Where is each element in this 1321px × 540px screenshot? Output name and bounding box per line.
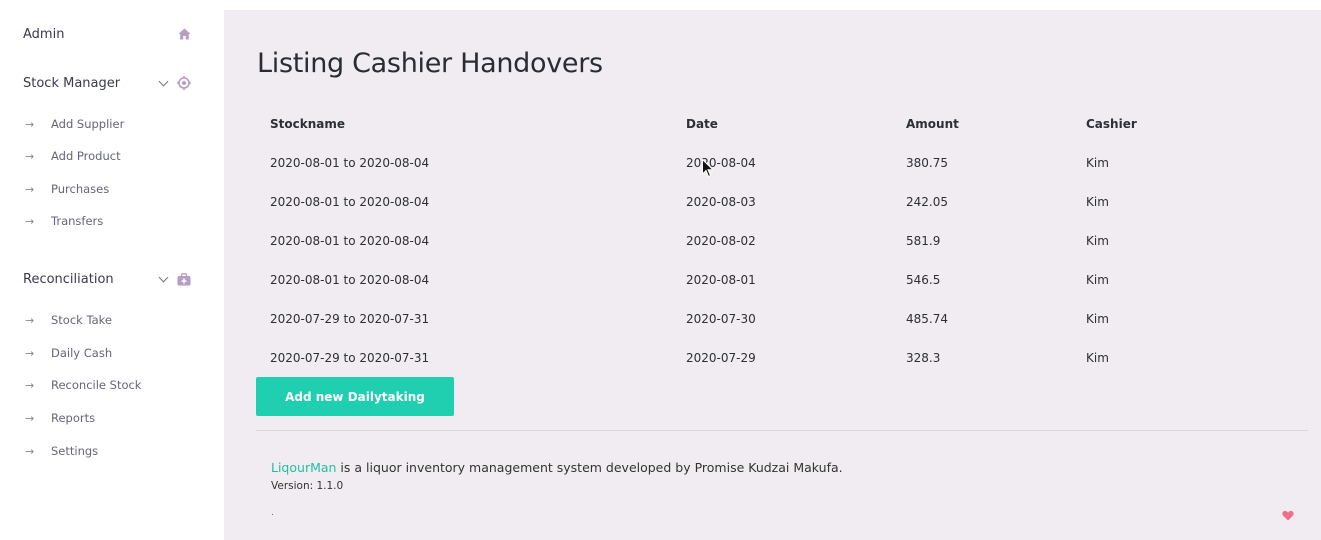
- briefcase-icon: [177, 272, 191, 286]
- sidebar-item-label: Purchases: [51, 182, 110, 196]
- brand-link[interactable]: LiqourMan: [271, 460, 336, 475]
- sidebar-item-settings[interactable]: → Settings: [25, 442, 98, 460]
- table-row: 2020-08-01 to 2020-08-04 2020-08-01 546.…: [257, 260, 1297, 299]
- cashier-cell: Kim: [1086, 155, 1109, 170]
- sidebar-item-add-supplier[interactable]: → Add Supplier: [25, 115, 124, 133]
- amount-cell: 328.3: [906, 350, 941, 365]
- sidebar-item-stock-take[interactable]: → Stock Take: [25, 311, 112, 329]
- date-cell: 2020-07-29: [686, 350, 756, 365]
- target-icon: [177, 76, 191, 90]
- main-content: Listing Cashier Handovers Stockname Date…: [224, 10, 1321, 540]
- date-cell: 2020-08-03: [686, 194, 756, 209]
- sidebar-reconciliation-label: Reconciliation: [23, 271, 114, 287]
- sidebar-stock-manager[interactable]: Stock Manager: [23, 73, 191, 93]
- arrow-right-icon: →: [25, 444, 35, 458]
- column-header-date: Date: [686, 117, 718, 131]
- column-header-amount: Amount: [906, 117, 959, 131]
- page-title: Listing Cashier Handovers: [257, 48, 603, 79]
- cashier-cell: Kim: [1086, 311, 1109, 326]
- arrow-right-icon: →: [25, 346, 35, 360]
- sidebar-item-daily-cash[interactable]: → Daily Cash: [25, 344, 112, 362]
- stockname-cell: 2020-08-01 to 2020-08-04: [270, 155, 430, 170]
- table-row: 2020-08-01 to 2020-08-04 2020-08-04 380.…: [257, 143, 1297, 182]
- arrow-right-icon: →: [25, 411, 35, 425]
- table-row: 2020-07-29 to 2020-07-31 2020-07-29 328.…: [257, 338, 1297, 377]
- sidebar-item-label: Settings: [51, 444, 99, 458]
- sidebar-item-label: Add Supplier: [51, 117, 125, 131]
- heart-icon: [1282, 506, 1294, 525]
- home-icon: [178, 28, 191, 40]
- sidebar-admin[interactable]: Admin: [23, 24, 191, 44]
- sidebar-item-label: Stock Take: [51, 313, 112, 327]
- table-row: 2020-08-01 to 2020-08-04 2020-08-02 581.…: [257, 221, 1297, 260]
- stockname-cell: 2020-07-29 to 2020-07-31: [270, 311, 430, 326]
- table-row: 2020-08-01 to 2020-08-04 2020-08-03 242.…: [257, 182, 1297, 221]
- sidebar-item-purchases[interactable]: → Purchases: [25, 180, 109, 198]
- amount-cell: 485.74: [906, 311, 948, 326]
- date-cell: 2020-07-30: [686, 311, 756, 326]
- arrow-right-icon: →: [25, 117, 35, 131]
- sidebar-item-reconcile-stock[interactable]: → Reconcile Stock: [25, 376, 141, 394]
- footer-dot: .: [271, 508, 274, 518]
- sidebar-item-label: Add Product: [51, 149, 121, 163]
- amount-cell: 242.05: [906, 194, 948, 209]
- cashier-cell: Kim: [1086, 272, 1109, 287]
- column-header-stockname: Stockname: [270, 117, 345, 131]
- chevron-down-icon: [158, 272, 169, 282]
- date-cell: 2020-08-02: [686, 233, 756, 248]
- amount-cell: 380.75: [906, 155, 948, 170]
- column-header-cashier: Cashier: [1086, 117, 1137, 131]
- cashier-cell: Kim: [1086, 233, 1109, 248]
- cashier-cell: Kim: [1086, 194, 1109, 209]
- footer-description-text: is a liquor inventory management system …: [336, 460, 843, 475]
- chevron-down-icon: [158, 76, 169, 86]
- sidebar-item-reports[interactable]: → Reports: [25, 409, 95, 427]
- stockname-cell: 2020-08-01 to 2020-08-04: [270, 233, 430, 248]
- add-new-dailytaking-button[interactable]: Add new Dailytaking: [256, 377, 454, 416]
- handover-table: Stockname Date Amount Cashier 2020-08-01…: [257, 105, 1297, 377]
- stockname-cell: 2020-07-29 to 2020-07-31: [270, 350, 430, 365]
- amount-cell: 581.9: [906, 233, 941, 248]
- stockname-cell: 2020-08-01 to 2020-08-04: [270, 194, 430, 209]
- sidebar-item-label: Reconcile Stock: [51, 378, 142, 392]
- sidebar-item-add-product[interactable]: → Add Product: [25, 147, 121, 165]
- arrow-right-icon: →: [25, 149, 35, 163]
- arrow-right-icon: →: [25, 214, 35, 228]
- arrow-right-icon: →: [25, 182, 35, 196]
- sidebar-item-label: Transfers: [51, 214, 104, 228]
- amount-cell: 546.5: [906, 272, 941, 287]
- date-cell: 2020-08-01: [686, 272, 756, 287]
- stockname-cell: 2020-08-01 to 2020-08-04: [270, 272, 430, 287]
- table-row: 2020-07-29 to 2020-07-31 2020-07-30 485.…: [257, 299, 1297, 338]
- sidebar-item-transfers[interactable]: → Transfers: [25, 212, 103, 230]
- arrow-right-icon: →: [25, 378, 35, 392]
- divider: [256, 430, 1308, 431]
- table-header-row: Stockname Date Amount Cashier: [257, 105, 1297, 143]
- footer-description: LiqourMan is a liquor inventory manageme…: [271, 460, 843, 475]
- arrow-right-icon: →: [25, 313, 35, 327]
- cashier-cell: Kim: [1086, 350, 1109, 365]
- sidebar-item-label: Daily Cash: [51, 346, 113, 360]
- sidebar: Admin Stock Manager → Add Supplier → Add…: [0, 0, 224, 540]
- sidebar-admin-label: Admin: [23, 26, 65, 42]
- version-label: Version: 1.1.0: [271, 480, 344, 492]
- sidebar-item-label: Reports: [51, 411, 96, 425]
- sidebar-stock-manager-label: Stock Manager: [23, 75, 121, 91]
- sidebar-reconciliation[interactable]: Reconciliation: [23, 269, 191, 289]
- mouse-cursor-icon: [702, 158, 715, 182]
